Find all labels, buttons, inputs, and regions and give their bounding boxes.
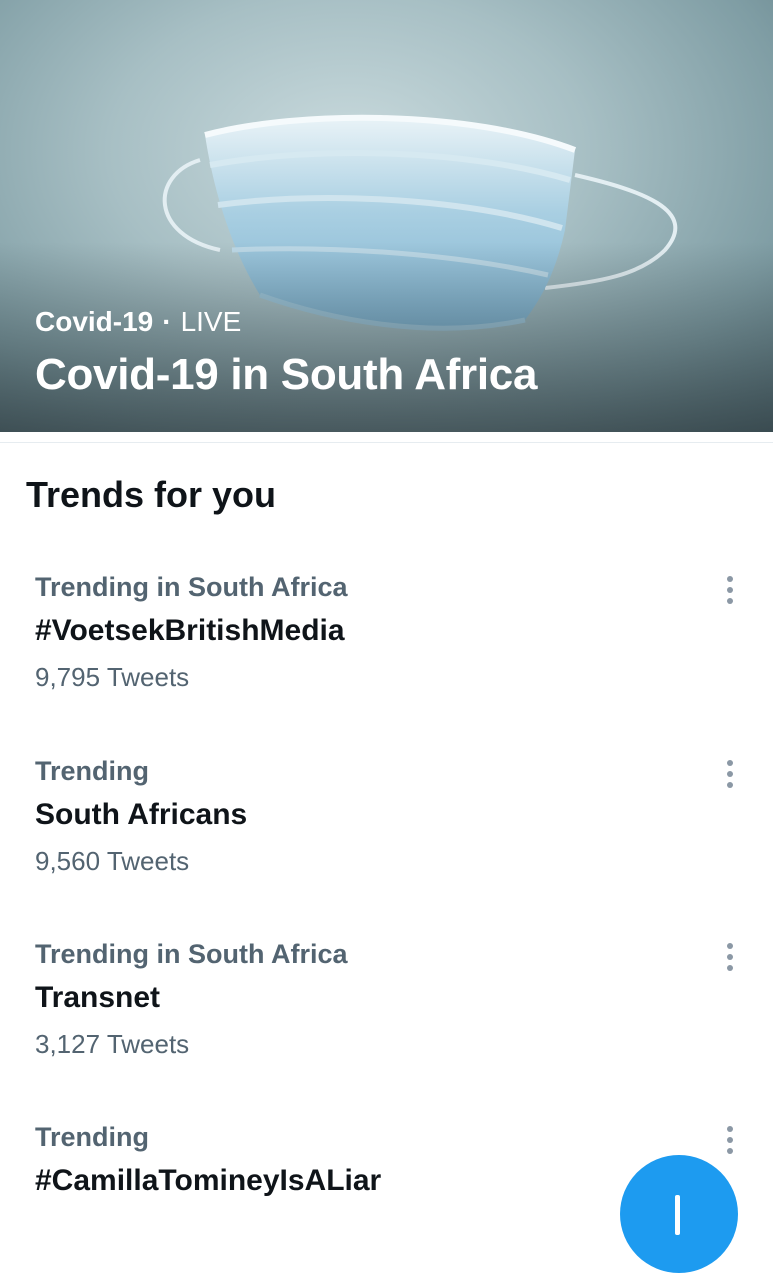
plus-icon [675,1195,680,1235]
compose-tweet-button[interactable] [620,1155,738,1273]
hero-category: Covid-19 [35,306,154,337]
trend-tweet-count: 9,795 Tweets [35,662,190,692]
trend-name: #VoetsekBritishMedia [35,614,345,647]
trends-heading: Trends for you [26,474,277,515]
more-vertical-icon[interactable] [716,754,744,794]
trend-item[interactable]: Trending South Africans 9,560 Tweets [0,756,773,906]
hero-live-label: LIVE [180,306,242,337]
trend-tweet-count: 3,127 Tweets [35,1029,190,1059]
section-divider [0,432,773,443]
more-vertical-icon[interactable] [716,570,744,610]
trend-context: Trending [35,1122,149,1152]
hero-meta: Covid-19 · LIVE [35,306,241,338]
trend-name: Transnet [35,981,161,1014]
trend-tweet-count: 9,560 Tweets [35,846,190,876]
more-vertical-icon[interactable] [716,1120,744,1160]
trend-name: #CamillaTomineyIsALiar [35,1164,382,1197]
trend-context: Trending in South Africa [35,572,348,602]
trend-context: Trending in South Africa [35,939,348,969]
trend-name: South Africans [35,798,248,831]
trend-context: Trending [35,756,149,786]
hero-separator: · [162,306,172,337]
hero-title: Covid-19 in South Africa [35,350,538,399]
hero-banner[interactable]: Covid-19 · LIVE Covid-19 in South Africa [0,0,773,432]
more-vertical-icon[interactable] [716,937,744,977]
trend-item[interactable]: Trending in South Africa #VoetsekBritish… [0,572,773,722]
trend-item[interactable]: Trending in South Africa Transnet 3,127 … [0,939,773,1089]
